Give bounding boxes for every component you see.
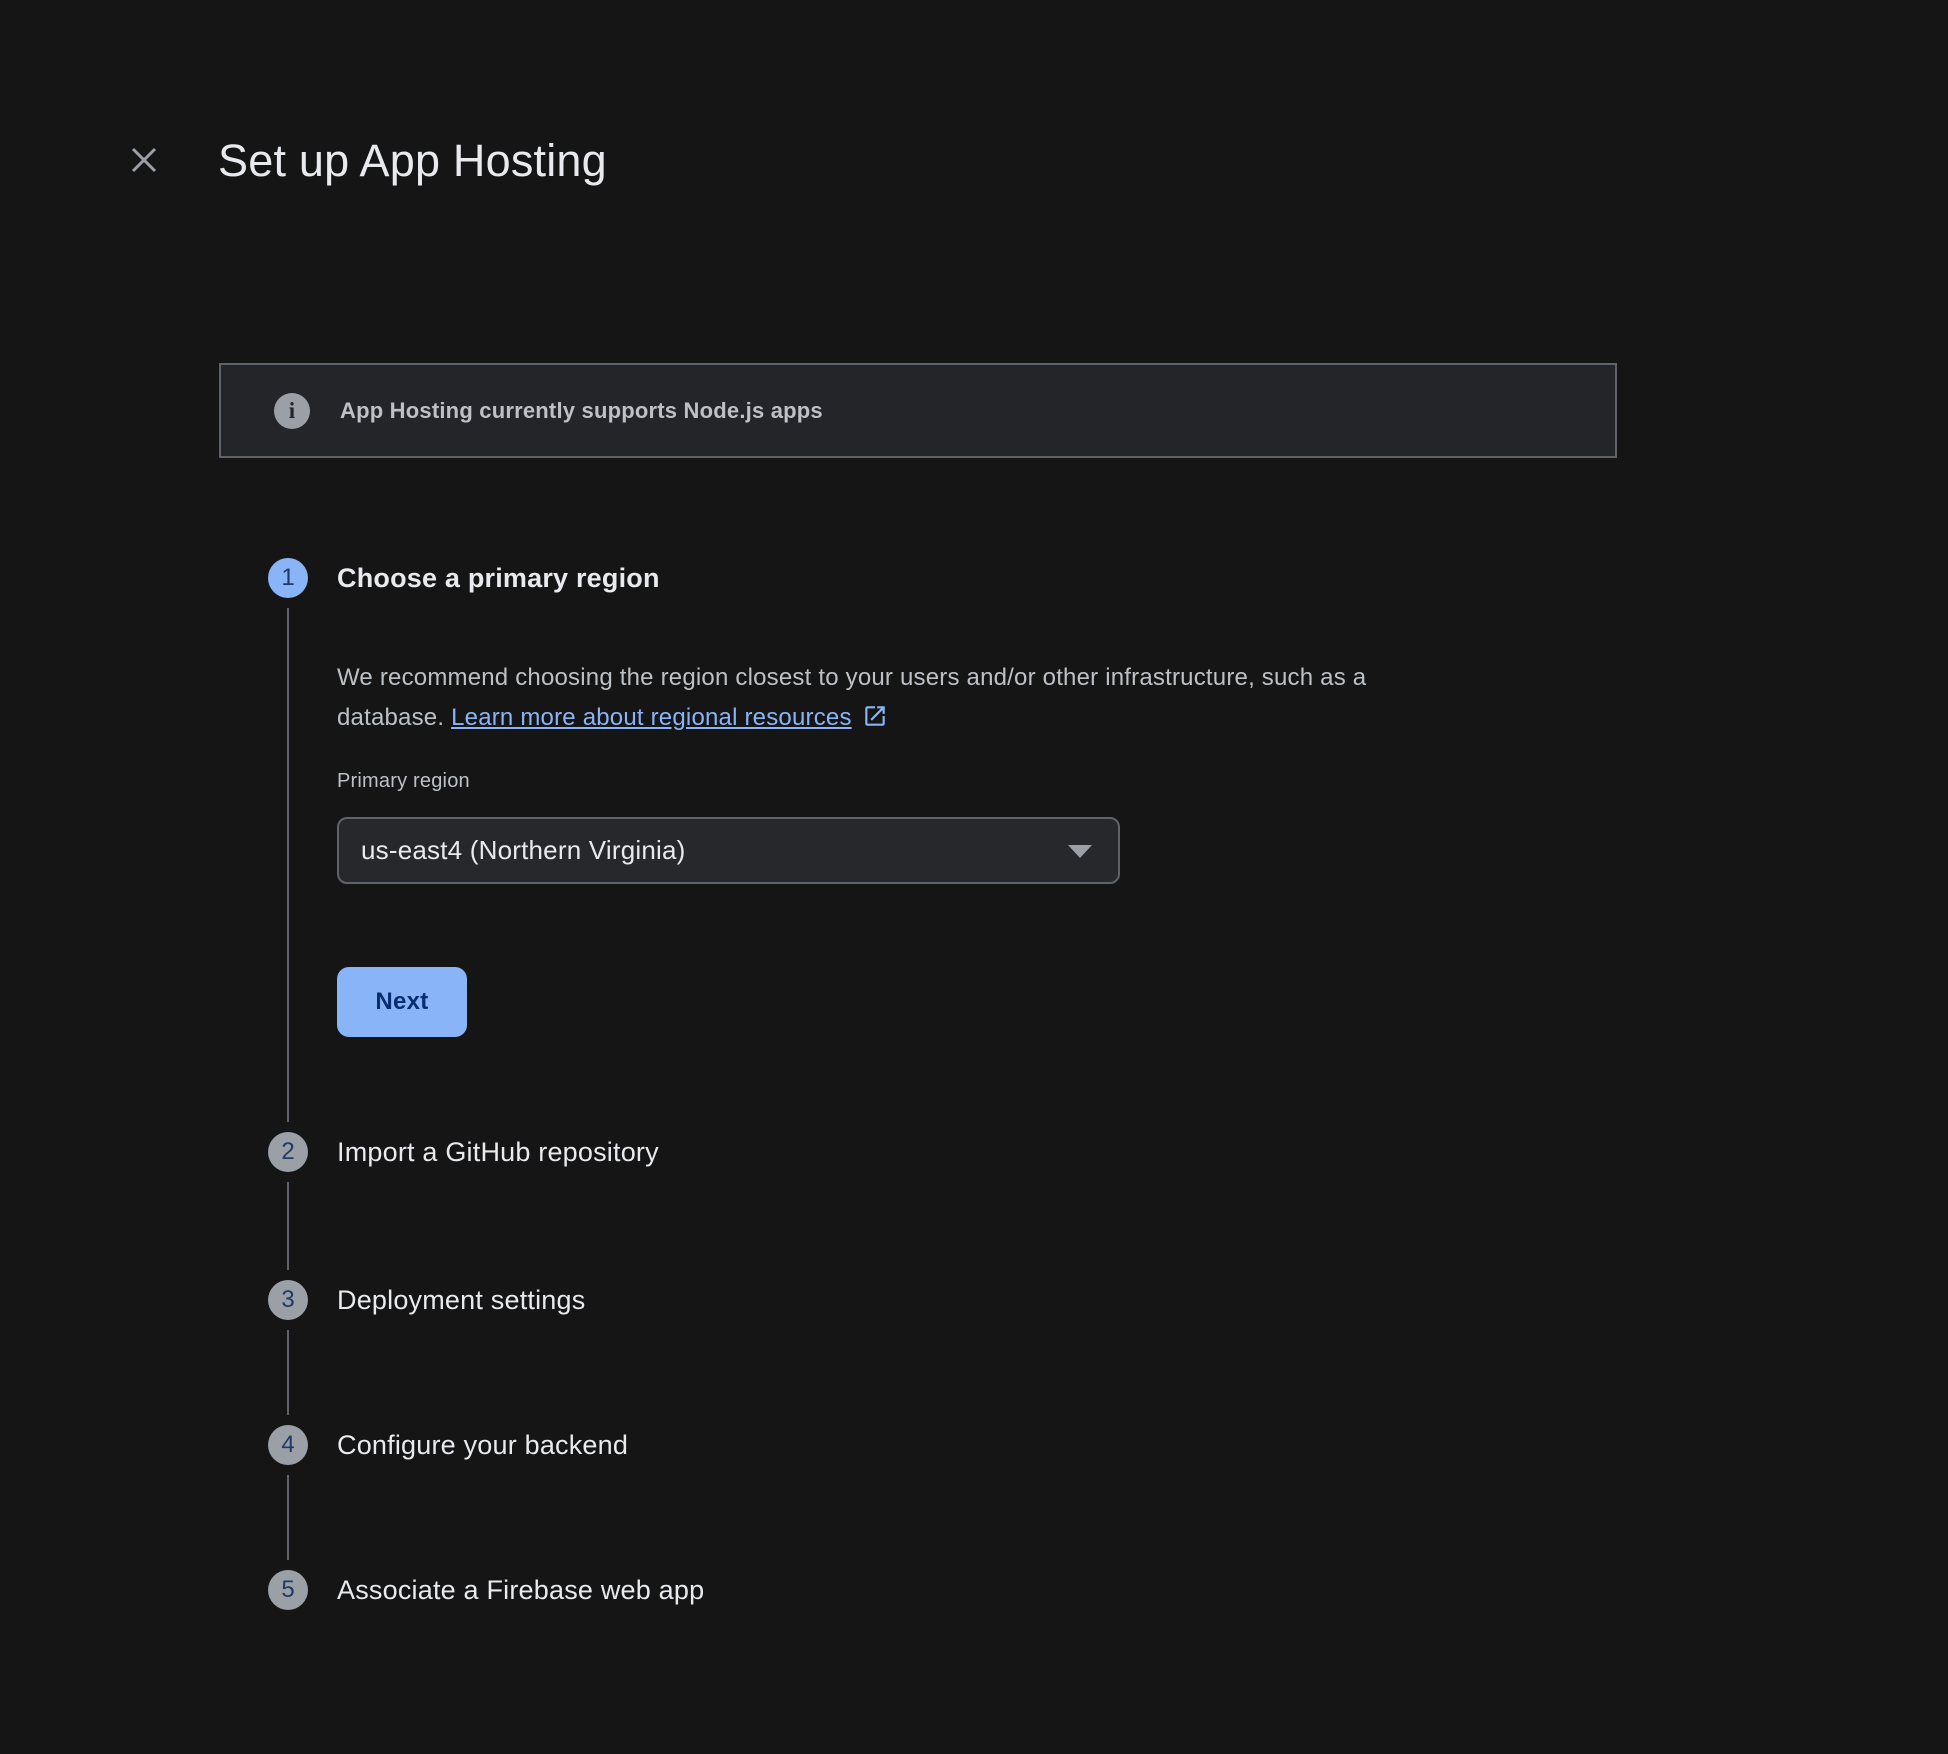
stepper-connector: [287, 1330, 289, 1415]
step-3-circle: 3: [268, 1280, 308, 1320]
step-5-title: Associate a Firebase web app: [337, 1570, 704, 1610]
setup-app-hosting-dialog: Set up App Hosting i App Hosting current…: [0, 0, 1948, 1754]
primary-region-select[interactable]: us-east4 (Northern Virginia): [337, 817, 1120, 884]
step-5-circle: 5: [268, 1570, 308, 1610]
close-icon-glyph: [129, 145, 159, 175]
step-1-description: We recommend choosing the region closest…: [337, 658, 1567, 738]
step-1-title: Choose a primary region: [337, 558, 660, 598]
step-1-circle: 1: [268, 558, 308, 598]
step-2-circle: 2: [268, 1132, 308, 1172]
step-2-title: Import a GitHub repository: [337, 1132, 659, 1172]
caret-down-icon: [1068, 845, 1092, 858]
learn-more-link[interactable]: Learn more about regional resources: [451, 704, 852, 731]
stepper-connector: [287, 608, 289, 1122]
page-title: Set up App Hosting: [218, 135, 607, 187]
next-button[interactable]: Next: [337, 967, 467, 1037]
step-4-circle: 4: [268, 1425, 308, 1465]
stepper-connector: [287, 1475, 289, 1560]
info-icon: i: [274, 393, 310, 429]
primary-region-value: us-east4 (Northern Virginia): [361, 835, 685, 866]
stepper-connector: [287, 1182, 289, 1270]
close-icon[interactable]: [122, 138, 166, 182]
info-banner: i App Hosting currently supports Node.js…: [219, 363, 1617, 458]
step-3-title: Deployment settings: [337, 1280, 585, 1320]
description-line-2-prefix: database.: [337, 704, 451, 731]
banner-text: App Hosting currently supports Node.js a…: [340, 398, 823, 424]
description-line-1: We recommend choosing the region closest…: [337, 658, 1567, 698]
open-in-new-icon: [862, 703, 888, 729]
step-4-title: Configure your backend: [337, 1425, 628, 1465]
description-line-2: database. Learn more about regional reso…: [337, 698, 1567, 738]
primary-region-label: Primary region: [337, 770, 470, 793]
